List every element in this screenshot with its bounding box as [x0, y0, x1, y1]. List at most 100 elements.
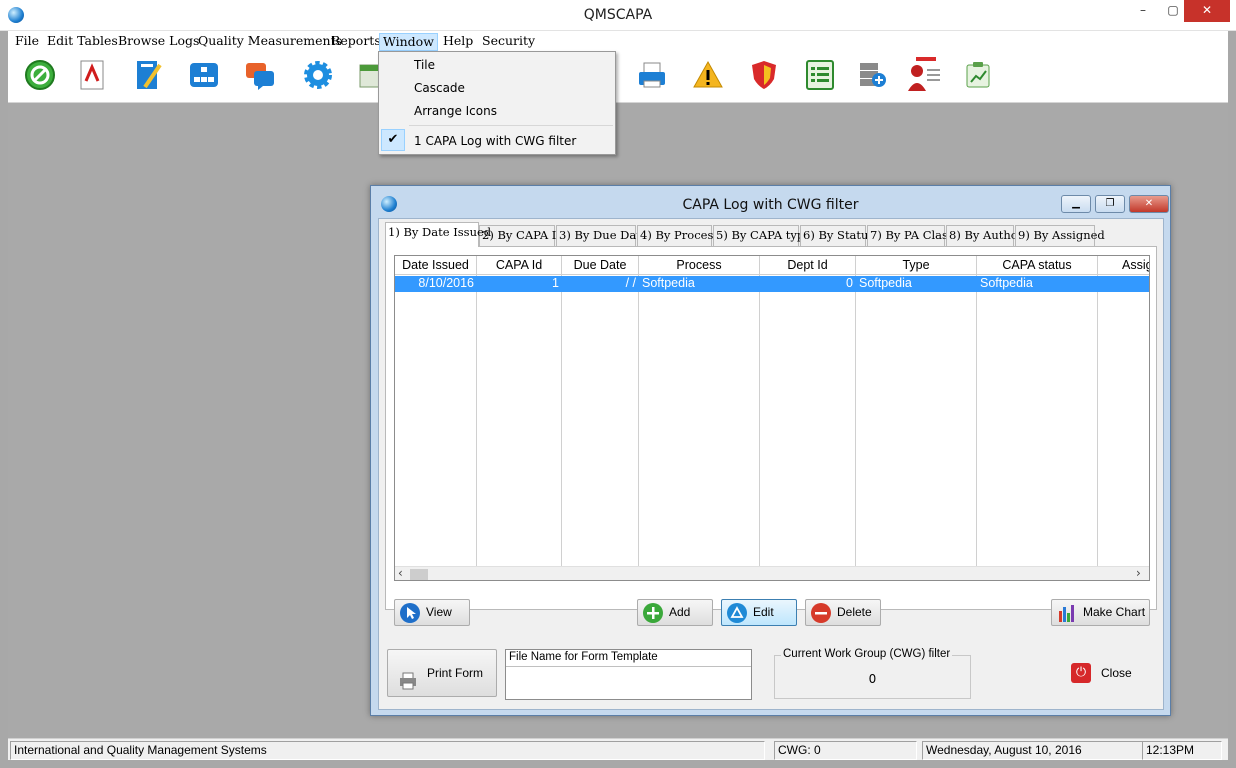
cwg-filter-value: 0 — [868, 672, 877, 686]
tab-by-capa-type[interactable]: 5) By CAPA type — [713, 225, 811, 246]
tab-panel: Date Issued CAPA Id Due Date Process Dep… — [385, 246, 1157, 626]
tab-by-pa-class[interactable]: 7) By PA Class — [867, 225, 954, 246]
column-header[interactable]: Assig — [1098, 256, 1149, 275]
close-form-label: Close — [1101, 666, 1132, 680]
triangle-icon — [727, 603, 747, 623]
plus-icon — [643, 603, 663, 623]
close-form-button[interactable]: ⏻ Close — [1067, 662, 1132, 686]
cell-capa-status[interactable]: Softpedia — [977, 276, 1098, 292]
column-divider — [856, 275, 977, 572]
person-card-icon[interactable] — [906, 57, 942, 93]
cell-date-issued[interactable]: 8/10/2016 — [395, 276, 477, 292]
cell-capa-id[interactable]: 1 — [477, 276, 562, 292]
printer-icon — [398, 664, 418, 690]
form-template-label: File Name for Form Template — [509, 651, 658, 663]
column-header[interactable]: Date Issued — [395, 256, 477, 275]
print-form-button-label: Print Form — [427, 666, 484, 680]
tab-by-due-date[interactable]: 3) By Due Date — [556, 225, 648, 246]
column-divider — [395, 275, 477, 572]
column-header[interactable]: Due Date — [562, 256, 639, 275]
minimize-button[interactable]: – — [1128, 0, 1158, 22]
capa-log-grid[interactable]: Date Issued CAPA Id Due Date Process Dep… — [394, 255, 1150, 581]
add-button[interactable]: Add — [637, 599, 713, 626]
column-header[interactable]: Process — [639, 256, 760, 275]
menu-file[interactable]: File — [12, 33, 42, 51]
column-divider — [639, 275, 760, 572]
pdf-document-icon[interactable] — [74, 57, 110, 93]
checklist-icon[interactable] — [802, 57, 838, 93]
org-chart-icon[interactable] — [186, 57, 222, 93]
status-bar: International and Quality Management Sys… — [8, 738, 1228, 760]
column-header[interactable]: Dept Id — [760, 256, 856, 275]
gear-icon[interactable] — [300, 57, 336, 93]
make-chart-button[interactable]: Make Chart — [1051, 599, 1150, 626]
server-add-icon[interactable] — [854, 57, 890, 93]
form-template-box[interactable]: File Name for Form Template — [505, 649, 752, 700]
menu-item-capa-log-window[interactable]: 1 CAPA Log with CWG filter — [414, 134, 576, 148]
status-company: International and Quality Management Sys… — [10, 741, 765, 760]
edit-button[interactable]: Edit — [721, 599, 797, 626]
child-client-area: 1) By Date Issued 2) By CAPA Id 3) By Du… — [378, 218, 1164, 710]
scroll-right-icon[interactable]: › — [1136, 566, 1141, 580]
cwg-filter-label: Current Work Group (CWG) filter — [781, 648, 953, 660]
delete-button[interactable]: Delete — [805, 599, 881, 626]
no-entry-icon[interactable] — [22, 57, 58, 93]
printer-icon[interactable] — [634, 57, 670, 93]
menu-help[interactable]: Help — [440, 33, 476, 51]
child-close-button[interactable]: ✕ — [1129, 195, 1169, 213]
menu-quality-measurements[interactable]: Quality Measurements — [195, 33, 345, 51]
menu-browse-logs[interactable]: Browse Logs — [115, 33, 202, 51]
cell-assigned[interactable] — [1098, 276, 1149, 292]
view-button[interactable]: View — [394, 599, 470, 626]
bar-chart-icon — [1057, 603, 1077, 623]
tab-by-process[interactable]: 4) By Process — [637, 225, 719, 246]
tab-by-date-issued[interactable]: 1) By Date Issued — [385, 222, 491, 247]
cell-type[interactable]: Softpedia — [856, 276, 977, 292]
pointer-arrow-icon — [400, 603, 420, 623]
delete-button-label: Delete — [837, 605, 872, 619]
print-form-button[interactable]: Print Form — [387, 649, 497, 697]
status-time: 12:13PM — [1142, 741, 1222, 760]
warning-icon[interactable] — [690, 57, 726, 93]
column-header[interactable]: Type — [856, 256, 977, 275]
cwg-filter-group: Current Work Group (CWG) filter 0 — [774, 648, 971, 699]
menu-item-arrange-icons[interactable]: Arrange Icons — [414, 104, 497, 118]
minus-icon — [811, 603, 831, 623]
cell-dept-id[interactable]: 0 — [760, 276, 856, 292]
tab-by-assigned[interactable]: 9) By Assigned — [1015, 225, 1105, 246]
tab-by-status[interactable]: 6) By Status — [800, 225, 874, 246]
column-divider — [977, 275, 1098, 572]
horizontal-scrollbar[interactable]: ‹ › — [395, 566, 1149, 580]
view-button-label: View — [426, 605, 452, 619]
shield-icon[interactable] — [746, 57, 782, 93]
menu-reports[interactable]: Reports — [328, 33, 384, 51]
edit-button-label: Edit — [753, 605, 774, 619]
tab-by-author[interactable]: 8) By Author — [946, 225, 1023, 246]
notebook-pen-icon[interactable] — [130, 57, 166, 93]
close-button[interactable]: ✕ — [1184, 0, 1230, 22]
column-header[interactable]: CAPA status — [977, 256, 1098, 275]
column-header[interactable]: CAPA Id — [477, 256, 562, 275]
menu-edit-tables[interactable]: Edit Tables — [44, 33, 121, 51]
child-restore-button[interactable]: ❐ — [1095, 195, 1125, 213]
child-minimize-button[interactable]: ▁ — [1061, 195, 1091, 213]
scroll-thumb[interactable] — [410, 569, 428, 580]
menu-window[interactable]: Window — [379, 33, 438, 51]
status-cwg: CWG: 0 — [774, 741, 917, 760]
clipboard-chart-icon[interactable] — [960, 57, 996, 93]
toolbar — [8, 51, 1228, 103]
cell-due-date[interactable]: / / — [562, 276, 639, 292]
menu-separator — [409, 125, 613, 126]
column-divider — [760, 275, 856, 572]
capa-log-window: CAPA Log with CWG filter ▁ ❐ ✕ 1) By Dat… — [370, 185, 1171, 716]
menu-bar: File Edit Tables Browse Logs Quality Mea… — [8, 31, 1228, 51]
menu-item-cascade[interactable]: Cascade — [414, 81, 465, 95]
add-button-label: Add — [669, 605, 691, 619]
cell-process[interactable]: Softpedia — [639, 276, 760, 292]
scroll-left-icon[interactable]: ‹ — [398, 566, 403, 580]
chat-bubbles-icon[interactable] — [242, 57, 278, 93]
menu-item-tile[interactable]: Tile — [414, 58, 435, 72]
window-menu-dropdown: Tile Cascade Arrange Icons ✔ 1 CAPA Log … — [378, 51, 616, 155]
power-icon: ⏻ — [1071, 663, 1091, 683]
menu-security[interactable]: Security — [479, 33, 538, 51]
